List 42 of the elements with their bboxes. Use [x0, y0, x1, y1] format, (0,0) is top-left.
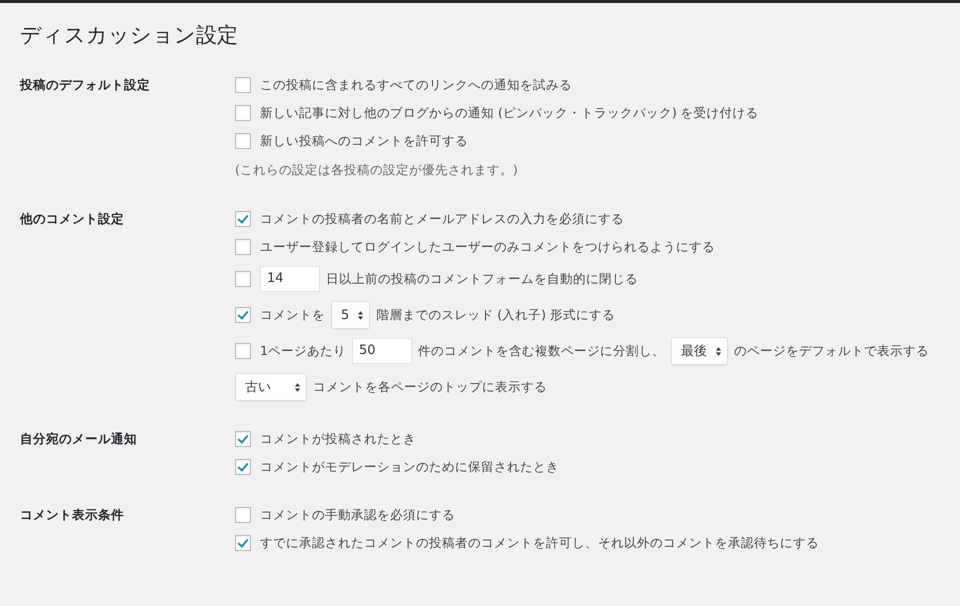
option-label: ユーザー登録してログインしたユーザーのみコメントをつけられるようにする: [260, 238, 715, 256]
option-label: この投稿に含まれるすべてのリンクへの通知を試みる: [260, 76, 572, 94]
option-label: コメントの投稿者の名前とメールアドレスの入力を必須にする: [260, 210, 624, 228]
option-label: 新しい投稿へのコメントを許可する: [260, 132, 468, 150]
option-label: 階層までのスレッド (入れ子) 形式にする: [376, 306, 615, 324]
note-text: (これらの設定は各投稿の設定が優先されます。): [235, 162, 518, 178]
section-label: コメント表示条件: [20, 506, 125, 524]
option-label: 新しい記事に対し他のブログからの通知 (ピンバック・トラックバック) を受け付ける: [260, 104, 759, 122]
checkbox[interactable]: [235, 307, 251, 323]
option-label: コメントがモデレーションのために保留されたとき: [260, 458, 559, 476]
section-label: 投稿のデフォルト設定: [20, 76, 151, 94]
option-label: コメントが投稿されたとき: [260, 430, 416, 448]
dropdown[interactable]: 最後: [670, 337, 728, 365]
checkbox[interactable]: [235, 507, 251, 523]
option-label: 1ページあたり: [260, 342, 346, 360]
option-label: コメントを: [260, 306, 325, 324]
option-label: 件のコメントを含む複数ページに分割し、: [418, 342, 665, 360]
section-label: 自分宛のメール通知: [20, 430, 138, 448]
option-label: コメントの手動承認を必須にする: [260, 506, 455, 524]
checkbox[interactable]: [235, 105, 251, 121]
dropdown[interactable]: 古い: [235, 373, 307, 401]
checkbox[interactable]: [235, 343, 251, 359]
number-field[interactable]: 14: [260, 266, 320, 292]
number-field[interactable]: 50: [352, 338, 412, 364]
checkbox[interactable]: [235, 239, 251, 255]
option-label: すでに承認されたコメントの投稿者のコメントを許可し、それ以外のコメントを承認待ちにする: [260, 534, 819, 552]
checkbox[interactable]: [235, 133, 251, 149]
option-label: コメントを各ページのトップに表示する: [313, 378, 547, 396]
sort-arrows-icon: [294, 382, 301, 392]
page-title: ディスカッション設定: [20, 22, 239, 49]
sort-arrows-icon: [714, 346, 722, 356]
option-label: のページをデフォルトで表示する: [734, 342, 929, 360]
checkbox[interactable]: [235, 77, 251, 93]
checkbox[interactable]: [235, 431, 251, 447]
sort-arrows-icon: [357, 310, 364, 320]
section-label: 他のコメント設定: [20, 210, 125, 228]
checkbox[interactable]: [235, 459, 251, 475]
checkbox[interactable]: [235, 271, 251, 287]
dropdown[interactable]: 5: [331, 301, 370, 329]
checkbox[interactable]: [235, 535, 251, 551]
option-label: 日以上前の投稿のコメントフォームを自動的に閉じる: [326, 270, 638, 288]
checkbox[interactable]: [235, 211, 251, 227]
